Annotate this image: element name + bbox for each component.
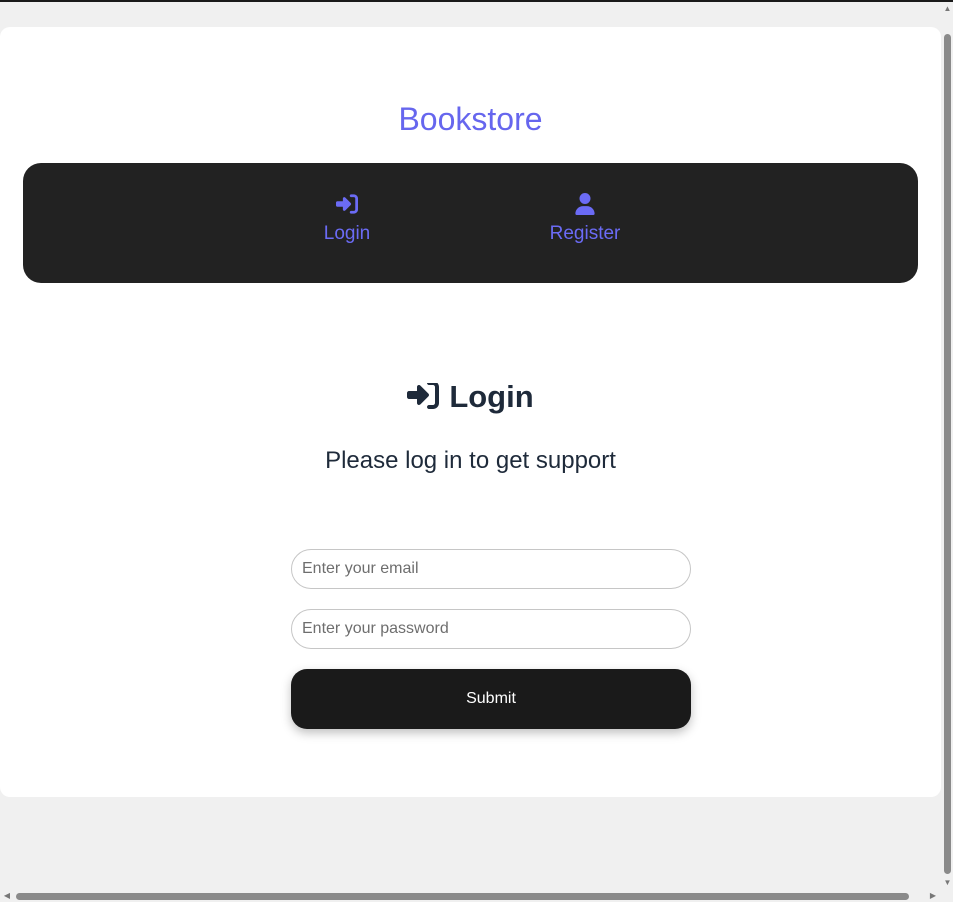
submit-button[interactable]: Submit xyxy=(291,669,691,729)
main-card: Bookstore Login Register Login Please lo… xyxy=(0,27,941,797)
scrollbar-corner xyxy=(941,890,953,902)
nav-register-label: Register xyxy=(549,223,621,244)
brand-title[interactable]: Bookstore xyxy=(0,101,941,138)
navbar: Login Register xyxy=(23,163,918,283)
horizontal-scroll-thumb[interactable] xyxy=(16,893,909,900)
vertical-scrollbar[interactable]: ▲ ▼ xyxy=(941,2,953,890)
page-title-text: Login xyxy=(449,379,534,414)
nav-item-login[interactable]: Login xyxy=(317,193,377,245)
password-field[interactable] xyxy=(291,609,691,649)
window-top-border xyxy=(0,0,953,2)
email-field[interactable] xyxy=(291,549,691,589)
page-title: Login xyxy=(0,379,941,415)
scroll-up-arrow-icon[interactable]: ▲ xyxy=(943,4,952,13)
user-icon xyxy=(575,193,595,215)
vertical-scroll-thumb[interactable] xyxy=(944,34,951,874)
page-subtitle: Please log in to get support xyxy=(325,447,616,474)
nav-item-register[interactable]: Register xyxy=(539,193,631,245)
sign-in-icon xyxy=(407,383,440,409)
horizontal-scrollbar[interactable]: ◀ ▶ xyxy=(0,890,941,902)
scroll-down-arrow-icon[interactable]: ▼ xyxy=(943,878,952,887)
scroll-right-arrow-icon[interactable]: ▶ xyxy=(928,891,938,901)
sign-in-icon xyxy=(336,194,358,214)
scroll-left-arrow-icon[interactable]: ◀ xyxy=(2,891,12,901)
nav-login-label: Login xyxy=(323,223,371,244)
